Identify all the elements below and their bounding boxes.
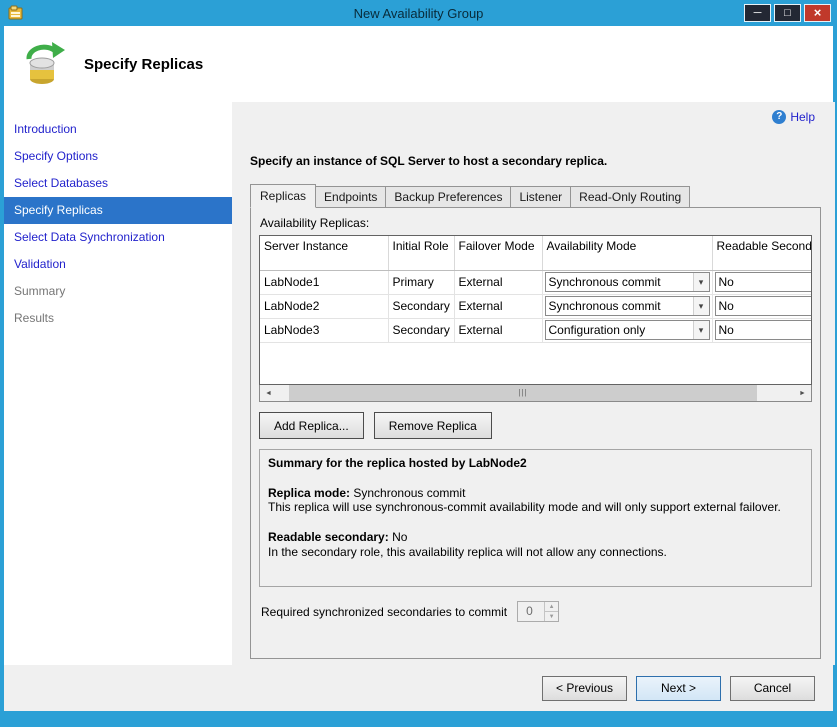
readable-secondary-value: No	[719, 275, 734, 289]
cell-failover-mode: External	[454, 294, 542, 318]
tab-strip: Replicas Endpoints Backup Preferences Li…	[250, 184, 821, 207]
availability-group-icon	[22, 41, 68, 87]
cell-server-instance[interactable]: LabNode2	[260, 294, 388, 318]
scrollbar-grip-icon: |||	[518, 389, 527, 397]
tab-listener[interactable]: Listener	[510, 186, 571, 208]
table-row[interactable]: LabNode3 Secondary External Configuratio…	[260, 318, 812, 342]
cell-server-instance[interactable]: LabNode1	[260, 270, 388, 294]
readable-secondary-description: In the secondary role, this availability…	[268, 545, 803, 560]
wizard-footer: < Previous Next > Cancel	[4, 665, 833, 711]
chevron-down-icon[interactable]: ▾	[693, 297, 709, 315]
window-title: New Availability Group	[4, 6, 833, 21]
column-header-readable-secondary[interactable]: Readable Secondary	[712, 236, 812, 270]
replica-mode-description: This replica will use synchronous-commit…	[268, 500, 803, 515]
readable-secondary-label: Readable secondary:	[268, 530, 389, 544]
replicas-grid: Server Instance Initial Role Failover Mo…	[259, 235, 812, 385]
scrollbar-track[interactable]: |||	[277, 385, 794, 401]
new-availability-group-window: New Availability Group ─ □ × Specify Rep…	[0, 0, 837, 727]
remove-replica-button[interactable]: Remove Replica	[374, 412, 492, 439]
add-replica-button[interactable]: Add Replica...	[259, 412, 364, 439]
tab-read-only-routing[interactable]: Read-Only Routing	[570, 186, 690, 208]
previous-button[interactable]: < Previous	[542, 676, 627, 701]
horizontal-scrollbar[interactable]: ◄ ||| ►	[259, 385, 812, 402]
availability-mode-select[interactable]: Configuration only ▾	[545, 320, 710, 340]
replica-summary-box: Summary for the replica hosted by LabNod…	[259, 449, 812, 587]
sidebar-item-validation[interactable]: Validation	[4, 251, 232, 278]
minimize-button[interactable]: ─	[744, 4, 771, 22]
help-icon: ?	[772, 110, 786, 124]
column-header-initial-role[interactable]: Initial Role	[388, 236, 454, 270]
availability-replicas-label: Availability Replicas:	[260, 216, 812, 230]
readable-secondary-value: No	[719, 299, 734, 313]
availability-mode-value: Synchronous commit	[549, 299, 661, 313]
readable-secondary-select[interactable]: No ▾	[715, 272, 813, 292]
help-label: Help	[790, 110, 815, 124]
sidebar-item-select-data-synchronization[interactable]: Select Data Synchronization	[4, 224, 232, 251]
sidebar-item-summary: Summary	[4, 278, 232, 305]
instruction-text: Specify an instance of SQL Server to hos…	[250, 154, 821, 168]
availability-mode-select[interactable]: Synchronous commit ▾	[545, 272, 710, 292]
table-row[interactable]: LabNode1 Primary External Synchronous co…	[260, 270, 812, 294]
scrollbar-thumb[interactable]: |||	[289, 385, 757, 401]
replica-mode-label: Replica mode:	[268, 486, 350, 500]
availability-mode-value: Configuration only	[549, 323, 646, 337]
next-button[interactable]: Next >	[636, 676, 721, 701]
replicas-tab-panel: Availability Replicas: Server Instance I…	[250, 207, 821, 659]
page-title: Specify Replicas	[84, 56, 203, 73]
close-button[interactable]: ×	[804, 4, 831, 22]
main-content: ? Help Specify an instance of SQL Server…	[232, 102, 835, 665]
availability-mode-value: Synchronous commit	[549, 275, 661, 289]
sidebar-item-results: Results	[4, 305, 232, 332]
cancel-button[interactable]: Cancel	[730, 676, 815, 701]
sidebar-item-select-databases[interactable]: Select Databases	[4, 170, 232, 197]
cell-failover-mode: External	[454, 318, 542, 342]
column-header-failover-mode[interactable]: Failover Mode	[454, 236, 542, 270]
chevron-down-icon[interactable]: ▾	[693, 321, 709, 339]
scroll-left-icon[interactable]: ◄	[260, 385, 277, 401]
cell-initial-role: Secondary	[388, 318, 454, 342]
scroll-right-icon[interactable]: ►	[794, 385, 811, 401]
spinner-value: 0	[518, 602, 544, 621]
sidebar-item-specify-replicas[interactable]: Specify Replicas	[4, 197, 232, 224]
summary-title: Summary for the replica hosted by LabNod…	[268, 456, 803, 471]
spin-up-icon[interactable]: ▲	[545, 602, 558, 612]
required-secondaries-spinner[interactable]: 0 ▲ ▼	[517, 601, 559, 622]
spin-down-icon[interactable]: ▼	[545, 612, 558, 621]
help-link[interactable]: ? Help	[772, 110, 815, 124]
readable-secondary-value: No	[719, 323, 734, 337]
sidebar-item-introduction[interactable]: Introduction	[4, 116, 232, 143]
tab-endpoints[interactable]: Endpoints	[315, 186, 386, 208]
required-secondaries-label: Required synchronized secondaries to com…	[261, 605, 507, 619]
replica-mode-line: Replica mode: Synchronous commit	[268, 486, 803, 501]
maximize-button[interactable]: □	[774, 4, 801, 22]
wizard-header: Specify Replicas	[4, 26, 833, 102]
table-header-row: Server Instance Initial Role Failover Mo…	[260, 236, 812, 270]
app-icon	[8, 5, 24, 21]
table-row[interactable]: LabNode2 Secondary External Synchronous …	[260, 294, 812, 318]
readable-secondary-line: Readable secondary: No	[268, 530, 803, 545]
cell-failover-mode: External	[454, 270, 542, 294]
cell-initial-role: Primary	[388, 270, 454, 294]
cell-server-instance[interactable]: LabNode3	[260, 318, 388, 342]
column-header-server-instance[interactable]: Server Instance	[260, 236, 388, 270]
tab-replicas[interactable]: Replicas	[250, 184, 316, 208]
readable-secondary-select[interactable]: No ▾	[715, 296, 813, 316]
sidebar-item-specify-options[interactable]: Specify Options	[4, 143, 232, 170]
replica-mode-value: Synchronous commit	[353, 486, 465, 500]
column-header-availability-mode[interactable]: Availability Mode	[542, 236, 712, 270]
readable-secondary-select[interactable]: No ▾	[715, 320, 813, 340]
availability-mode-select[interactable]: Synchronous commit ▾	[545, 296, 710, 316]
titlebar[interactable]: New Availability Group ─ □ ×	[4, 0, 833, 26]
cell-initial-role: Secondary	[388, 294, 454, 318]
chevron-down-icon[interactable]: ▾	[693, 273, 709, 291]
wizard-steps-sidebar: Introduction Specify Options Select Data…	[4, 102, 232, 665]
tab-backup-preferences[interactable]: Backup Preferences	[385, 186, 511, 208]
readable-secondary-summary-value: No	[392, 530, 407, 544]
